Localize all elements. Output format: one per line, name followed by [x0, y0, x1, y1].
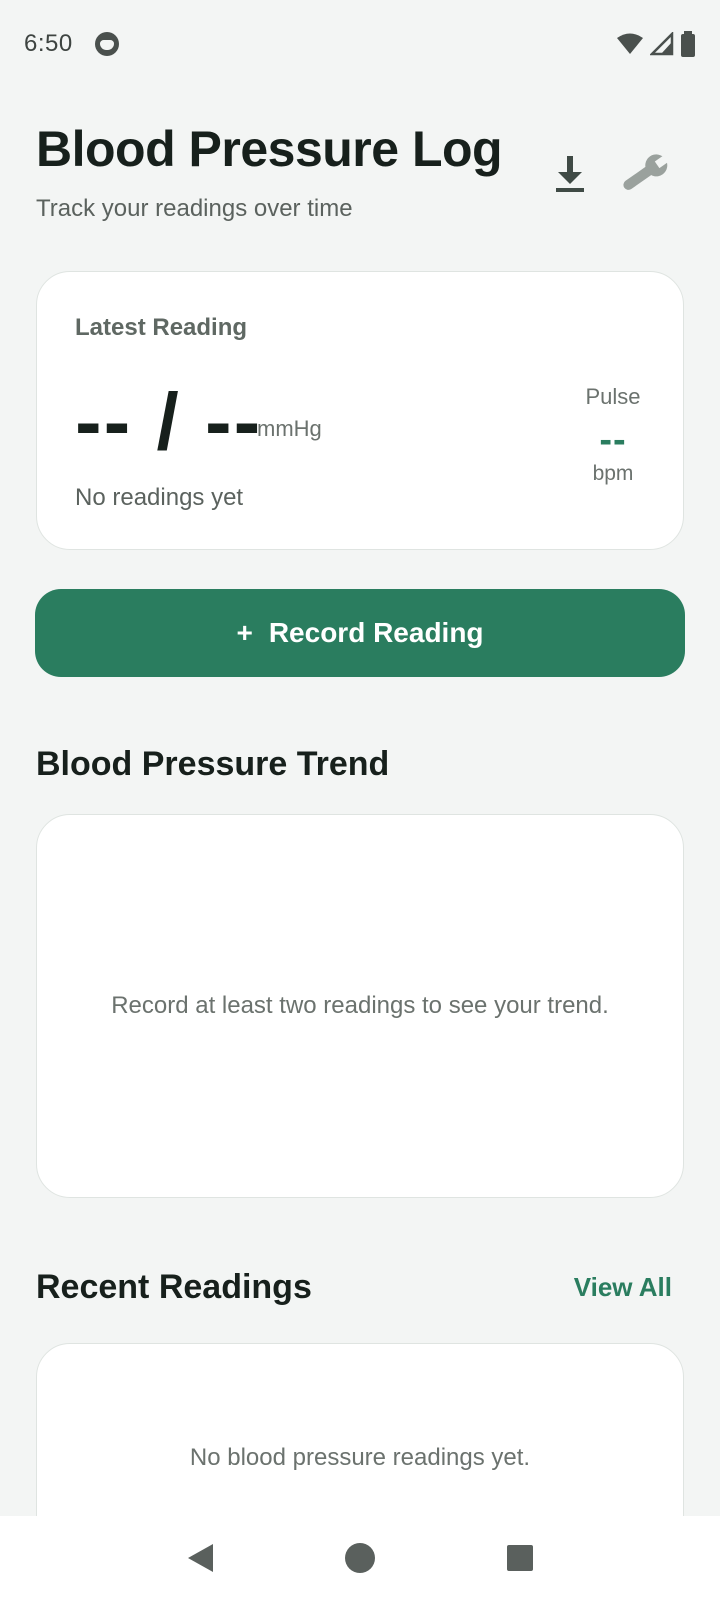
export-button[interactable] — [540, 148, 600, 200]
signal-icon — [650, 32, 674, 56]
app-screen: 6:50 Blood Pressure Log Track your readi… — [0, 0, 720, 1600]
status-icons — [616, 31, 696, 57]
nav-back-button[interactable] — [176, 1534, 224, 1582]
wifi-icon — [617, 33, 643, 54]
page-subtitle: Track your readings over time — [36, 195, 353, 222]
trend-section-title: Blood Pressure Trend — [36, 745, 390, 783]
face-icon — [94, 32, 119, 56]
recent-empty-message: No blood pressure readings yet. — [189, 1444, 531, 1471]
bp-value: -- / -- — [75, 377, 263, 466]
nav-home-button[interactable] — [336, 1534, 384, 1582]
latest-reading-label: Latest Reading — [75, 314, 248, 341]
status-time: 6:50 — [24, 30, 73, 57]
pulse-block: Pulse -- bpm — [573, 384, 653, 486]
pulse-label: Pulse — [585, 384, 641, 409]
pulse-unit: bpm — [592, 462, 634, 485]
system-nav-bar — [0, 1516, 720, 1600]
status-bar: 6:50 — [0, 0, 720, 88]
trend-empty-message: Record at least two readings to see your… — [111, 992, 609, 1019]
back-icon — [188, 1544, 213, 1572]
nav-recents-button[interactable] — [496, 1534, 544, 1582]
recent-section-title: Recent Readings — [36, 1268, 312, 1306]
latest-reading-card: Latest Reading -- / -- mmHg No readings … — [36, 271, 684, 550]
pulse-value: -- — [599, 419, 627, 461]
home-icon — [345, 1543, 375, 1573]
battery-icon — [681, 31, 695, 57]
record-reading-label: Record Reading — [268, 617, 484, 648]
page-title: Blood Pressure Log — [36, 121, 503, 177]
record-reading-button[interactable]: + Record Reading — [35, 589, 685, 677]
trend-chart-card: Record at least two readings to see your… — [36, 814, 684, 1198]
plus-icon: + — [236, 617, 253, 648]
view-all-link[interactable]: View All — [574, 1272, 672, 1303]
bp-unit: mmHg — [257, 416, 322, 441]
settings-button[interactable] — [612, 146, 676, 202]
recents-icon — [507, 1545, 533, 1571]
download-icon — [556, 156, 584, 192]
wrench-icon — [623, 154, 670, 190]
latest-reading-status: No readings yet — [75, 484, 244, 511]
